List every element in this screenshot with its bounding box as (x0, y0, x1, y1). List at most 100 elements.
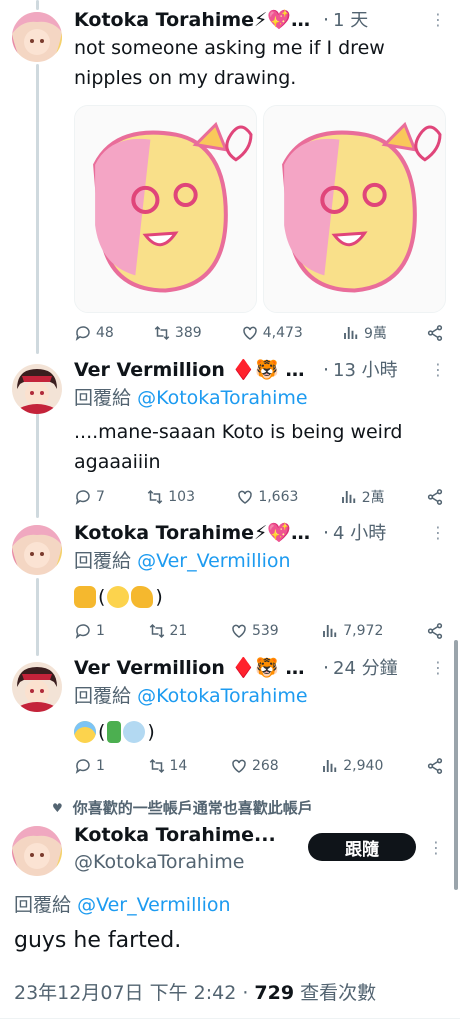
tweet[interactable]: Kotoka Torahime⚡💖N... · 4 小時 ⋮ 回覆給 @Ver_… (0, 521, 460, 646)
more-options-icon[interactable]: ⋮ (430, 8, 446, 32)
like-button[interactable]: 539 (230, 622, 279, 640)
reply-icon (75, 490, 90, 505)
separator-dot: · (323, 359, 330, 381)
avatar[interactable] (12, 662, 62, 712)
reply-button[interactable]: 7 (74, 488, 105, 506)
reply-button[interactable]: 1 (74, 622, 105, 640)
reply-handle-link[interactable]: @Ver_Vermillion (77, 894, 231, 916)
media-image[interactable] (263, 105, 446, 313)
more-options-icon[interactable]: ⋮ (430, 521, 446, 545)
reply-handle-link[interactable]: @KotokaTorahime (137, 387, 308, 409)
author-name[interactable]: Kotoka Torahime⚡💖NIJI... (74, 8, 319, 32)
like-count: 268 (251, 758, 279, 774)
share-button[interactable] (426, 622, 444, 640)
main-timestamp[interactable]: 23年12月07日 下午 2:42 · (14, 982, 254, 1004)
tweet-actions: 1 21 539 7,972 (74, 622, 446, 640)
like-count: 539 (251, 623, 279, 639)
reply-count: 1 (96, 623, 105, 639)
paren-close: ) (147, 721, 155, 743)
main-author-handle[interactable]: @KotokaTorahime (74, 851, 245, 873)
tweet[interactable]: Ver Vermillion ♦️🐯 NI... · 24 分鐘 ⋮ 回覆給 @… (0, 656, 460, 781)
timestamp[interactable]: 13 小時 (333, 359, 398, 383)
share-button[interactable] (426, 324, 444, 342)
like-button[interactable]: 1,663 (236, 488, 298, 506)
retweet-icon (147, 489, 163, 505)
views-button[interactable]: 2萬 (340, 487, 385, 507)
views-icon (341, 491, 355, 503)
avatar[interactable] (12, 364, 62, 414)
reply-prefix: 回覆給 (74, 685, 132, 707)
author-name[interactable]: Ver Vermillion ♦️🐯 NI... (74, 358, 319, 382)
share-icon (427, 325, 443, 341)
retweet-icon (154, 325, 170, 341)
tweet-actions: 48 389 4,473 9萬 (74, 323, 446, 343)
views-icon (323, 760, 337, 772)
main-views-count: 729 (254, 982, 295, 1004)
divider (0, 1018, 460, 1019)
timestamp[interactable]: 24 分鐘 (333, 657, 398, 681)
heart-icon (232, 624, 246, 638)
heart-icon (243, 326, 257, 340)
views-button[interactable]: 9萬 (342, 323, 387, 343)
media-image[interactable] (74, 105, 257, 313)
reply-prefix: 回覆給 (74, 387, 132, 409)
scrollbar[interactable] (454, 640, 458, 890)
reply-to: 回覆給 @KotokaTorahime (74, 385, 446, 411)
heart-icon (238, 490, 253, 504)
media-gallery[interactable] (74, 105, 446, 313)
reply-to: 回覆給 @Ver_Vermillion (74, 548, 446, 574)
paren-open: ( (98, 721, 106, 743)
retweet-button[interactable]: 389 (153, 324, 202, 342)
retweet-count: 389 (174, 325, 202, 341)
tweet-actions: 7 103 1,663 2萬 (74, 487, 446, 507)
like-button[interactable]: 4,473 (241, 324, 303, 342)
retweet-icon (149, 758, 164, 774)
tweet-emoji-text: ( ) (74, 717, 446, 747)
share-button[interactable] (426, 488, 444, 506)
more-options-icon[interactable]: ⋮ (430, 358, 446, 382)
suggestion-banner: ♥ 你喜歡的一些帳戶通常也喜歡此帳戶 (52, 797, 313, 818)
share-icon (427, 489, 443, 505)
separator-dot: · (323, 657, 330, 679)
share-icon (427, 623, 443, 639)
more-options-icon[interactable]: ⋮ (430, 656, 446, 680)
heart-icon: ♥ (52, 800, 63, 815)
reply-button[interactable]: 1 (74, 757, 105, 775)
avatar[interactable] (12, 826, 62, 876)
tweet[interactable]: Kotoka Torahime⚡💖NIJI... · 1 天 ⋮ not som… (0, 8, 460, 348)
timestamp[interactable]: 1 天 (333, 9, 368, 33)
more-options-icon[interactable]: ⋮ (428, 838, 444, 857)
reply-button[interactable]: 48 (74, 324, 114, 342)
separator-dot: · (323, 9, 330, 31)
retweet-button[interactable]: 21 (148, 622, 187, 640)
like-button[interactable]: 268 (230, 757, 279, 775)
views-count: 7,972 (343, 623, 384, 639)
heart-icon (232, 759, 246, 773)
main-reply-to: 回覆給 @Ver_Vermillion (14, 890, 231, 917)
main-author-name[interactable]: Kotoka Torahime... (74, 824, 294, 846)
reply-handle-link[interactable]: @Ver_Vermillion (137, 550, 291, 572)
reply-prefix: 回覆給 (74, 550, 132, 572)
tweet-emoji-text: ( ) (74, 582, 446, 612)
reply-count: 7 (96, 489, 105, 505)
timestamp[interactable]: 4 小時 (333, 522, 386, 546)
dash-emoji (123, 721, 146, 743)
avatar[interactable] (12, 525, 62, 575)
reply-handle-link[interactable]: @KotokaTorahime (137, 685, 308, 707)
views-icon (344, 327, 358, 339)
share-button[interactable] (426, 757, 444, 775)
scream-emoji (74, 721, 96, 743)
author-name[interactable]: Kotoka Torahime⚡💖N... (74, 521, 319, 545)
retweet-button[interactable]: 14 (148, 757, 187, 775)
views-button[interactable]: 7,972 (321, 622, 383, 640)
reply-icon (75, 326, 90, 341)
avatar[interactable] (12, 12, 62, 62)
retweet-button[interactable]: 103 (146, 488, 195, 506)
views-button[interactable]: 2,940 (321, 757, 383, 775)
tweet-text: not someone asking me if I drew nipples … (74, 37, 385, 89)
main-tweet-meta: 23年12月07日 下午 2:42 · 729 查看次數 (14, 978, 376, 1005)
follow-button[interactable]: 跟隨 (308, 833, 416, 861)
author-name[interactable]: Ver Vermillion ♦️🐯 NI... (74, 656, 319, 680)
tweet[interactable]: Ver Vermillion ♦️🐯 NI... · 13 小時 ⋮ 回覆給 @… (0, 358, 460, 508)
views-icon (323, 625, 337, 637)
